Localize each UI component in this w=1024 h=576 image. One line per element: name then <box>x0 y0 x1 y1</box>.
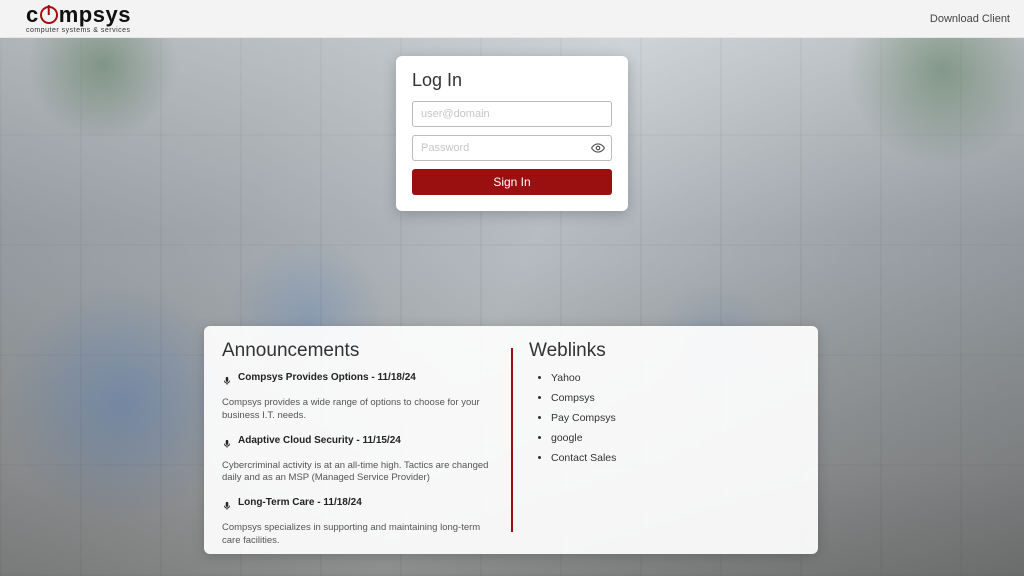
weblink-item[interactable]: google <box>551 432 800 444</box>
login-card: Log In Sign In <box>396 56 628 211</box>
brand-pre: c <box>26 2 39 27</box>
sign-in-button[interactable]: Sign In <box>412 169 612 195</box>
weblinks-column: Weblinks Yahoo Compsys Pay Compsys googl… <box>511 340 800 544</box>
microphone-icon <box>222 373 232 391</box>
weblink-item[interactable]: Compsys <box>551 392 800 404</box>
announcements-heading: Announcements <box>222 340 493 362</box>
microphone-icon <box>222 498 232 516</box>
download-client-link[interactable]: Download Client <box>930 13 1010 25</box>
microphone-icon <box>222 436 232 454</box>
announcement-item: Adaptive Cloud Security - 11/15/24 Cyber… <box>222 435 493 486</box>
show-password-icon[interactable] <box>590 140 606 156</box>
brand-post: mpsys <box>59 2 131 27</box>
announcement-body: Cybercriminal activity is at an all-time… <box>222 460 493 486</box>
weblinks-list: Yahoo Compsys Pay Compsys google Contact… <box>529 372 800 464</box>
announcement-item: Long-Term Care - 11/18/24 Compsys specia… <box>222 497 493 548</box>
power-icon <box>40 6 58 24</box>
weblink-item[interactable]: Yahoo <box>551 372 800 384</box>
announcement-title: Adaptive Cloud Security - 11/15/24 <box>238 435 401 446</box>
announcements-column: Announcements Compsys Provides Options -… <box>222 340 511 544</box>
brand-tagline: computer systems & services <box>26 27 131 34</box>
weblink-item[interactable]: Pay Compsys <box>551 412 800 424</box>
announcement-body: Compsys specializes in supporting and ma… <box>222 522 493 548</box>
username-field-wrap <box>412 101 612 127</box>
login-title: Log In <box>412 70 612 91</box>
info-panel: Announcements Compsys Provides Options -… <box>204 326 818 554</box>
password-input[interactable] <box>412 135 612 161</box>
announcement-item: Compsys Provides Options - 11/18/24 Comp… <box>222 372 493 423</box>
brand-logo: cmpsys computer systems & services <box>26 4 131 34</box>
username-input[interactable] <box>412 101 612 127</box>
weblink-item[interactable]: Contact Sales <box>551 452 800 464</box>
announcement-title: Compsys Provides Options - 11/18/24 <box>238 372 416 383</box>
announcement-title: Long-Term Care - 11/18/24 <box>238 497 362 508</box>
weblinks-heading: Weblinks <box>529 340 800 362</box>
password-field-wrap <box>412 135 612 161</box>
brand-wordmark: cmpsys <box>26 4 131 26</box>
announcement-body: Compsys provides a wide range of options… <box>222 397 493 423</box>
top-bar: cmpsys computer systems & services Downl… <box>0 0 1024 38</box>
